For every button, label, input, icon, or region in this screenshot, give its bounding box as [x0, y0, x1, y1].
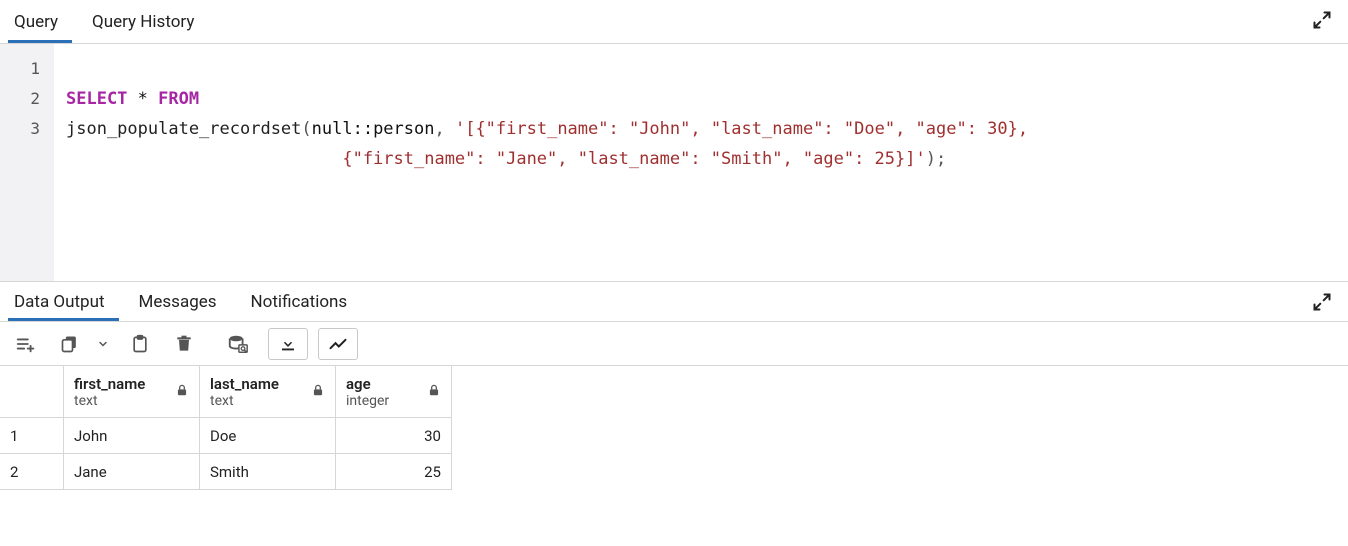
paren-open: ( [301, 119, 311, 139]
column-name: age [346, 375, 389, 393]
column-name: first_name [74, 375, 145, 393]
grid-cell[interactable]: 30 [336, 418, 452, 454]
sql-editor[interactable]: 1 2 3 SELECT * FROM json_populate_record… [0, 44, 1348, 282]
add-row-icon[interactable] [6, 328, 46, 360]
lock-icon [175, 383, 189, 401]
row-number[interactable]: 2 [0, 454, 64, 490]
tab-query[interactable]: Query [8, 2, 72, 42]
copy-dropdown-icon[interactable] [90, 328, 116, 360]
string-literal: '[{"first_name": "John", "last_name": "D… [455, 119, 1028, 139]
result-grid: first_name text last_name text age integ… [0, 366, 1348, 490]
line-number: 3 [0, 114, 40, 144]
copy-icon[interactable] [50, 328, 90, 360]
grid-cell[interactable]: Jane [64, 454, 200, 490]
editor-gutter: 1 2 3 [0, 44, 54, 281]
lock-icon [311, 383, 325, 401]
copy-group [50, 328, 116, 360]
results-toolbar [0, 322, 1348, 366]
keyword-select: SELECT [66, 89, 127, 109]
chart-icon[interactable] [318, 328, 358, 360]
comma-token: , [434, 119, 454, 139]
indent-space [66, 149, 342, 169]
grid-cell[interactable]: 25 [336, 454, 452, 490]
row-number[interactable]: 1 [0, 418, 64, 454]
expand-results-icon[interactable] [1312, 292, 1332, 316]
grid-cell[interactable]: Smith [200, 454, 336, 490]
paren-close: ); [926, 149, 946, 169]
lock-icon [427, 383, 441, 401]
column-type: text [210, 393, 279, 409]
column-name: last_name [210, 375, 279, 393]
star-token: * [127, 89, 158, 109]
column-header[interactable]: age integer [336, 366, 452, 418]
result-tabs-bar: Data Output Messages Notifications [0, 282, 1348, 322]
sql-icon[interactable] [218, 328, 258, 360]
download-icon[interactable] [268, 328, 308, 360]
grid-cell[interactable]: Doe [200, 418, 336, 454]
tab-query-history[interactable]: Query History [86, 2, 208, 42]
expand-editor-icon[interactable] [1312, 10, 1332, 34]
tab-notifications[interactable]: Notifications [245, 284, 362, 320]
editor-content[interactable]: SELECT * FROM json_populate_recordset(nu… [54, 44, 1028, 281]
column-header[interactable]: last_name text [200, 366, 336, 418]
grid-corner [0, 366, 64, 418]
paste-icon[interactable] [120, 328, 160, 360]
keyword-from: FROM [158, 89, 199, 109]
string-literal: {"first_name": "Jane", "last_name": "Smi… [342, 149, 925, 169]
tab-data-output[interactable]: Data Output [8, 284, 119, 320]
column-header[interactable]: first_name text [64, 366, 200, 418]
tab-messages[interactable]: Messages [133, 284, 231, 320]
column-type: text [74, 393, 145, 409]
delete-icon[interactable] [164, 328, 204, 360]
line-number: 2 [0, 84, 40, 114]
function-name: json_populate_recordset [66, 119, 301, 139]
grid-cell[interactable]: John [64, 418, 200, 454]
line-number: 1 [0, 54, 40, 84]
cast-token: null::person [312, 119, 435, 139]
editor-tabs-bar: Query Query History [0, 0, 1348, 44]
column-type: integer [346, 393, 389, 409]
